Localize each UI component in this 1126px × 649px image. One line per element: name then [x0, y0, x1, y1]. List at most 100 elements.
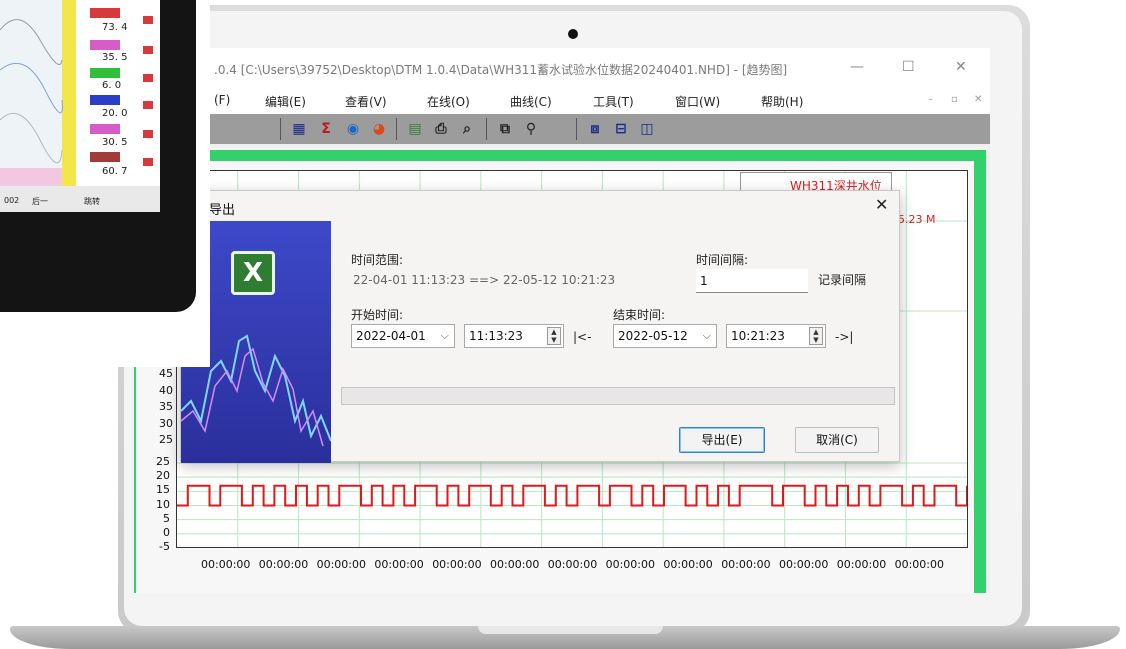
- mdi-close-button[interactable]: ✕: [974, 94, 982, 105]
- end-date-value: 2022-05-12: [618, 329, 688, 343]
- window-title: .0.4 [C:\Users\39752\Desktop\DTM 1.0.4\D…: [214, 63, 788, 77]
- time-range-label: 时间范围:: [351, 253, 404, 267]
- device-footer-label: 002: [4, 196, 20, 205]
- end-time-label: 结束时间:: [613, 308, 666, 322]
- x-tick-label: 00:00:00: [605, 558, 655, 571]
- end-time-input[interactable]: 10:21:23 ▲ ▼: [726, 324, 826, 348]
- x-tick-label: 00:00:00: [779, 558, 829, 571]
- x-tick-label: 00:00:00: [201, 558, 251, 571]
- end-date-select[interactable]: 2022-05-12 ⌵: [613, 324, 717, 348]
- device-value-6: 60. 7: [102, 166, 128, 177]
- y-tick-label: 15: [156, 483, 170, 497]
- time-interval-unit: 记录间隔: [818, 273, 867, 287]
- start-time-input[interactable]: 11:13:23 ▲ ▼: [464, 324, 564, 348]
- laptop-notch: [478, 626, 663, 634]
- x-tick-label: 00:00:00: [432, 558, 482, 571]
- x-tick-label: 00:00:00: [836, 558, 887, 571]
- y-tick-label: 25: [156, 455, 170, 468]
- legend-current-value: 5.23 M: [898, 213, 936, 226]
- mdi-minimize-button[interactable]: –: [928, 94, 933, 105]
- menu-help[interactable]: 帮助(H): [761, 93, 803, 110]
- print-icon[interactable]: ⎙: [430, 118, 452, 140]
- device-value-3: 6. 0: [102, 80, 122, 91]
- toolbar: ▦ Σ ◉ ◕ ▤ ⎙ ⌕ ⧉ ⚲ ⧈ ⊟ ◫: [210, 114, 990, 144]
- end-time-value: 10:21:23: [731, 329, 785, 343]
- device-prev-button: 后一: [32, 197, 48, 206]
- series-line-water-level: [177, 484, 967, 507]
- dialog-title: 导出: [209, 203, 236, 218]
- x-tick-label: 00:00:00: [721, 558, 771, 571]
- jump-to-end-button[interactable]: ->|: [833, 327, 855, 349]
- find-doc-icon[interactable]: ⌕: [456, 118, 478, 140]
- toolbar-separator: [396, 118, 397, 140]
- device-trend-display: [0, 0, 160, 212]
- toolbar-separator: [280, 118, 281, 140]
- split-vertical-icon[interactable]: ◫: [636, 118, 658, 140]
- start-time-label: 开始时间:: [351, 308, 404, 322]
- mdi-restore-button[interactable]: ▫: [951, 94, 958, 105]
- menu-tools[interactable]: 工具(T): [593, 93, 634, 110]
- close-window-button[interactable]: ✕: [955, 59, 967, 75]
- x-tick-label: 00:00:00: [490, 558, 540, 571]
- x-tick-label: 00:00:00: [663, 558, 713, 571]
- webcam: [568, 29, 578, 39]
- start-date-value: 2022-04-01: [356, 329, 426, 343]
- y-tick-label: 5: [163, 511, 170, 525]
- decor-y-tick-label: 35: [159, 400, 173, 413]
- menu-view[interactable]: 查看(V): [345, 93, 387, 110]
- device-value-1: 73. 4: [102, 22, 128, 33]
- palette-icon[interactable]: ◕: [368, 118, 390, 140]
- chart-side-scrollbar[interactable]: [974, 150, 986, 593]
- cancel-button[interactable]: 取消(C): [795, 427, 879, 453]
- time-range-value: 22-04-01 11:13:23 ==> 22-05-12 10:21:23: [353, 273, 616, 287]
- menu-curve[interactable]: 曲线(C): [510, 93, 552, 110]
- spinner-icon[interactable]: ▲ ▼: [809, 327, 823, 345]
- globe-icon[interactable]: ◉: [342, 118, 364, 140]
- x-tick-label: 00:00:00: [547, 558, 598, 571]
- export-button[interactable]: 导出(E): [679, 427, 765, 453]
- zoom-icon[interactable]: ⚲: [520, 118, 542, 140]
- x-tick-label: 00:00:00: [316, 558, 366, 571]
- menu-file[interactable]: (F): [214, 93, 230, 107]
- menu-online[interactable]: 在线(O): [427, 93, 470, 110]
- maximize-button[interactable]: ☐: [902, 59, 915, 75]
- menu-window[interactable]: 窗口(W): [675, 93, 720, 110]
- export-dialog: 导出 ✕ X 45 40 35 30 25 时间范围: 22-04-01 11:13:2…: [159, 190, 900, 463]
- time-interval-label: 时间间隔:: [696, 253, 749, 267]
- copy-icon[interactable]: ⧉: [494, 118, 516, 140]
- grid-icon[interactable]: ▦: [288, 118, 310, 140]
- y-tick-label: 10: [156, 497, 170, 511]
- print-preview-icon[interactable]: ▤: [404, 118, 426, 140]
- x-tick-label: 00:00:00: [894, 558, 944, 571]
- decor-y-tick-label: 30: [159, 416, 173, 430]
- x-tick-label: 00:00:00: [374, 558, 424, 571]
- device-value-4: 20. 0: [102, 108, 128, 119]
- sigma-icon[interactable]: Σ: [315, 118, 337, 140]
- menu-edit[interactable]: 编辑(E): [265, 93, 306, 110]
- toolbar-separator: [576, 118, 577, 140]
- time-interval-input[interactable]: 1: [696, 269, 808, 293]
- jump-to-start-button[interactable]: |<-: [571, 327, 593, 349]
- decor-y-tick-label: 45: [159, 367, 173, 380]
- device-screen: 73. 4 35. 5 6. 0 20. 0 30. 5 60. 7 002 后…: [0, 0, 160, 212]
- y-tick-label: 0: [163, 525, 170, 539]
- start-date-select[interactable]: 2022-04-01 ⌵: [351, 324, 455, 348]
- minimize-button[interactable]: —: [850, 59, 864, 75]
- decor-y-tick-label: 40: [159, 383, 173, 397]
- device-jump-button: 跳转: [84, 197, 100, 206]
- close-icon[interactable]: ✕: [875, 195, 888, 214]
- y-tick-label: -5: [159, 540, 170, 553]
- y-tick-label: 20: [156, 469, 170, 483]
- menu-bar: (F) 编辑(E) 查看(V) 在线(O) 曲线(C) 工具(T) 窗口(W) …: [210, 86, 990, 114]
- chevron-down-icon: ⌵: [440, 329, 449, 342]
- device-value-2: 35. 5: [102, 52, 128, 63]
- tile-icon[interactable]: ⧈: [584, 118, 606, 140]
- device-photo-inset: 73. 4 35. 5 6. 0 20. 0 30. 5 60. 7 002 后…: [0, 0, 210, 367]
- spinner-icon[interactable]: ▲ ▼: [547, 327, 561, 345]
- decor-y-tick-label: 25: [159, 433, 173, 446]
- toolbar-separator: [486, 118, 487, 140]
- chevron-down-icon: ⌵: [702, 329, 711, 342]
- title-bar: .0.4 [C:\Users\39752\Desktop\DTM 1.0.4\D…: [210, 48, 990, 86]
- chart-top-scrollbar[interactable]: [210, 150, 985, 161]
- split-horizontal-icon[interactable]: ⊟: [610, 118, 632, 140]
